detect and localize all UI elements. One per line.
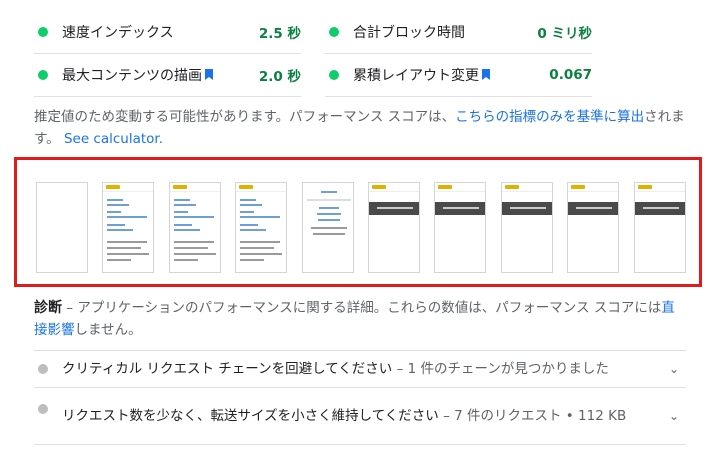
metric-value: 0.067 <box>549 66 592 83</box>
filmstrip <box>36 182 686 273</box>
filmstrip-frame <box>434 182 487 273</box>
pass-dot-icon <box>38 26 48 37</box>
filmstrip-highlight <box>14 157 702 287</box>
audit-text: クリティカル リクエスト チェーンを回避してください – 1 件のチェーンが見つ… <box>62 359 662 379</box>
metric-value: 2.5 秒 <box>258 25 301 42</box>
metric-basis-link[interactable]: こちらの指標のみを基準に算出 <box>455 109 644 125</box>
metric-label-wrap: 最大コンテンツの描画 <box>62 65 259 85</box>
metric-label: 合計ブロック時間 <box>353 24 465 41</box>
audit-title: リクエスト数を少なく、転送サイズを小さく維持してください <box>62 408 439 424</box>
diagnostics-suffix: しません。 <box>74 322 142 338</box>
metric-label: 累積レイアウト変更 <box>353 67 479 84</box>
metric-total-blocking-time: 合計ブロック時間 0 ミリ秒 <box>325 10 592 54</box>
audit-title: クリティカル リクエスト チェーンを回避してください <box>62 361 393 377</box>
filmstrip-frame <box>500 182 553 273</box>
audit-critical-chains[interactable]: クリティカル リクエスト チェーンを回避してください – 1 件のチェーンが見つ… <box>34 350 686 387</box>
chevron-down-icon[interactable]: ⌄ <box>662 409 686 423</box>
diagnostics-text: – アプリケーションのパフォーマンスに関する詳細。これらの数値は、パフォーマンス… <box>62 300 662 316</box>
diagnostics-heading: 診断 <box>34 300 62 316</box>
filmstrip-frame <box>633 182 686 273</box>
diagnostics-intro: 診断 – アプリケーションのパフォーマンスに関する詳細。これらの数値は、パフォー… <box>34 297 684 341</box>
info-dot-icon <box>38 404 48 414</box>
pass-dot-icon <box>329 69 339 80</box>
bookmark-icon <box>482 69 490 80</box>
bookmark-icon <box>205 69 213 80</box>
filmstrip-frame <box>102 182 155 273</box>
audit-detail: – 1 件のチェーンが見つかりました <box>392 361 609 377</box>
metric-cls: 累積レイアウト変更 0.067 <box>325 53 592 97</box>
filmstrip-frame <box>235 182 288 273</box>
info-dot-icon <box>38 364 48 374</box>
see-calculator-link[interactable]: See calculator. <box>64 131 163 147</box>
filmstrip-frame <box>367 182 420 273</box>
audit-detail: – 7 件のリクエスト • 112 KB <box>438 408 627 424</box>
chevron-down-icon[interactable]: ⌄ <box>662 362 686 376</box>
filmstrip-frame <box>168 182 221 273</box>
audit-resource-summary[interactable]: リクエスト数を少なく、転送サイズを小さく維持してください – 7 件のリクエスト… <box>34 387 686 445</box>
filmstrip-frame <box>301 182 354 273</box>
pass-dot-icon <box>38 69 48 80</box>
note-text: 推定値のため変動する可能性があります。パフォーマンス スコアは、 <box>34 109 456 125</box>
filmstrip-frame <box>567 182 620 273</box>
metric-value: 0 ミリ秒 <box>537 25 592 42</box>
metric-speed-index: 速度インデックス 2.5 秒 <box>34 10 301 54</box>
audit-text: リクエスト数を少なく、転送サイズを小さく維持してください – 7 件のリクエスト… <box>62 406 662 426</box>
metric-value: 2.0 秒 <box>258 68 301 85</box>
metric-label: 最大コンテンツの描画 <box>62 67 202 84</box>
metric-lcp: 最大コンテンツの描画 2.0 秒 <box>34 53 301 97</box>
metric-label-wrap: 累積レイアウト変更 <box>353 65 549 85</box>
pass-dot-icon <box>329 26 339 37</box>
filmstrip-frame <box>36 182 88 273</box>
estimate-note: 推定値のため変動する可能性があります。パフォーマンス スコアは、こちらの指標のみ… <box>34 106 690 150</box>
metric-label: 速度インデックス <box>62 24 174 41</box>
